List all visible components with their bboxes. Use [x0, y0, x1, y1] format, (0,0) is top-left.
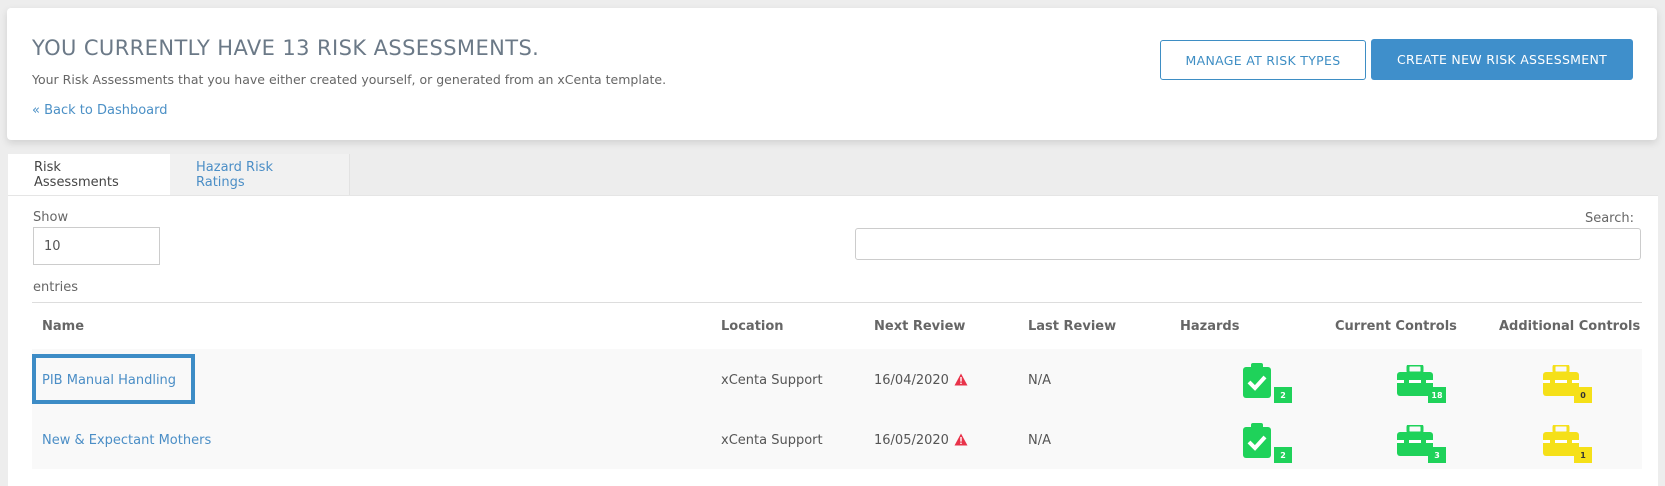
header-card: YOU CURRENTLY HAVE 13 RISK ASSESSMENTS. … [7, 8, 1657, 140]
search-label: Search: [1584, 211, 1634, 226]
row-location: xCenta Support [721, 373, 823, 388]
table-header: Name Location Next Review Last Review Ha… [32, 302, 1642, 349]
additional-controls-count-badge: 1 [1574, 447, 1592, 463]
column-header-current-controls[interactable]: Current Controls [1335, 319, 1457, 334]
current-controls-indicator[interactable]: 3 [1396, 423, 1446, 463]
table-row: PIB Manual Handling xCenta Support 16/04… [32, 349, 1642, 409]
hazards-count-badge: 2 [1274, 447, 1292, 463]
tab-risk-assessments[interactable]: Risk Assessments [8, 154, 170, 195]
search-input[interactable] [855, 228, 1641, 260]
row-next-review: 16/05/2020 [874, 433, 949, 448]
hazards-count-badge: 2 [1274, 387, 1292, 403]
page-title: YOU CURRENTLY HAVE 13 RISK ASSESSMENTS. [32, 36, 540, 60]
row-name-cell: New & Expectant Mothers [42, 433, 211, 448]
warning-triangle-icon [954, 373, 968, 386]
risk-assessments-table: Name Location Next Review Last Review Ha… [32, 302, 1642, 469]
additional-controls-count-badge: 0 [1574, 387, 1592, 403]
hazards-indicator[interactable]: 2 [1242, 423, 1292, 463]
row-next-review-cell: 16/05/2020 [874, 433, 968, 448]
risk-assessment-link[interactable]: PIB Manual Handling [42, 373, 176, 388]
table-row: New & Expectant Mothers xCenta Support 1… [32, 409, 1642, 469]
row-next-review: 16/04/2020 [874, 373, 949, 388]
clipboard-check-icon [1243, 363, 1271, 398]
row-last-review: N/A [1028, 373, 1051, 388]
warning-triangle-icon [954, 433, 968, 446]
page-subtitle: Your Risk Assessments that you have eith… [32, 72, 667, 87]
hazards-indicator[interactable]: 2 [1242, 363, 1292, 403]
manage-at-risk-types-button[interactable]: MANAGE AT RISK TYPES [1160, 40, 1366, 80]
row-name-cell: PIB Manual Handling [42, 373, 176, 388]
additional-controls-indicator[interactable]: 0 [1542, 363, 1592, 403]
tab-bar: Risk Assessments Hazard Risk Ratings [8, 154, 350, 195]
back-to-dashboard-link[interactable]: « Back to Dashboard [32, 103, 168, 118]
create-risk-assessment-button[interactable]: CREATE NEW RISK ASSESSMENT [1371, 39, 1633, 80]
column-header-hazards[interactable]: Hazards [1180, 319, 1239, 334]
row-location: xCenta Support [721, 433, 823, 448]
column-header-next-review[interactable]: Next Review [874, 319, 965, 334]
additional-controls-indicator[interactable]: 1 [1542, 423, 1592, 463]
row-last-review: N/A [1028, 433, 1051, 448]
current-controls-count-badge: 18 [1428, 387, 1446, 403]
page-length-input[interactable] [33, 227, 160, 265]
column-header-location[interactable]: Location [721, 319, 784, 334]
tab-hazard-risk-ratings[interactable]: Hazard Risk Ratings [170, 154, 350, 195]
show-label: Show [33, 210, 69, 225]
row-next-review-cell: 16/04/2020 [874, 373, 968, 388]
column-header-name[interactable]: Name [42, 319, 84, 334]
risk-assessments-panel: Show entries Search: Name Location Next … [8, 195, 1658, 486]
current-controls-indicator[interactable]: 18 [1396, 363, 1446, 403]
current-controls-count-badge: 3 [1428, 447, 1446, 463]
column-header-last-review[interactable]: Last Review [1028, 319, 1116, 334]
entries-label: entries [33, 280, 79, 295]
column-header-additional-controls[interactable]: Additional Controls [1499, 319, 1640, 334]
clipboard-check-icon [1243, 423, 1271, 458]
risk-assessment-link[interactable]: New & Expectant Mothers [42, 433, 211, 448]
